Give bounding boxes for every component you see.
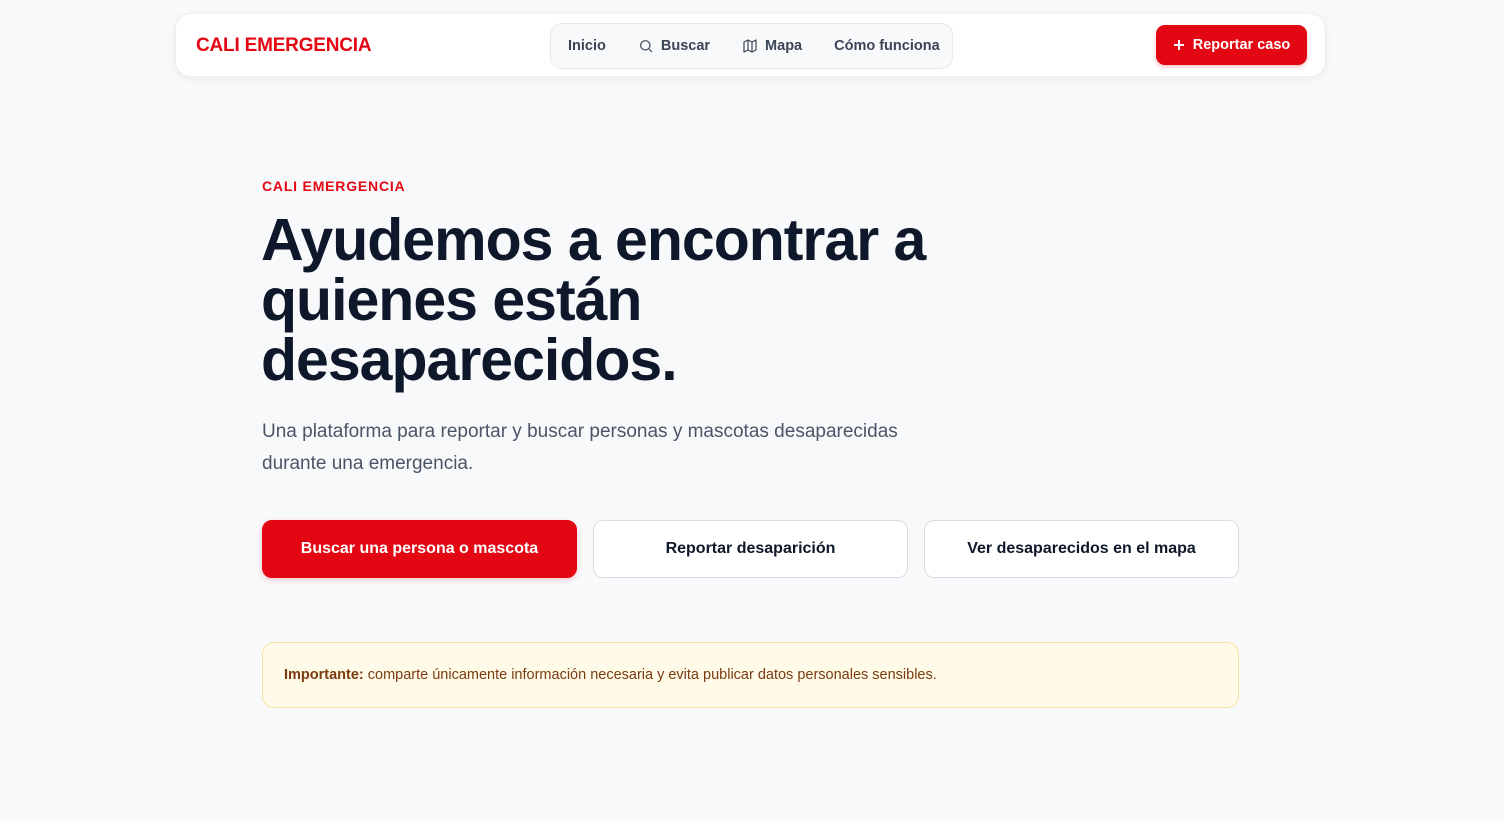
brand-logo-link[interactable]: CALI EMERGENCIA (196, 35, 372, 57)
nav-item-label: Buscar (660, 38, 711, 54)
report-case-button[interactable]: Reportar caso (1156, 25, 1307, 65)
main-nav: Inicio Buscar Mapa Cómo funciona (550, 23, 953, 69)
hero-subtitle: Una plataforma para reportar y buscar pe… (262, 421, 898, 474)
view-map-button[interactable]: Ver desaparecidos en el mapa (924, 520, 1239, 578)
map-icon (743, 39, 757, 53)
report-disappearance-button[interactable]: Reportar desaparición (593, 520, 908, 578)
nav-item-label: Mapa (765, 38, 803, 54)
nav-item-label: Inicio (568, 38, 606, 54)
page: CALI EMERGENCIA Inicio Buscar Mapa Cómo … (0, 0, 1504, 821)
nav-item-como-funciona[interactable]: Cómo funciona (834, 38, 940, 54)
search-icon (639, 40, 653, 53)
report-case-label: Reportar caso (1192, 37, 1291, 53)
hero-title: Ayudemos a encontrar a quienes están des… (261, 207, 926, 393)
nav-item-label: Cómo funciona (834, 38, 940, 54)
notice-text: comparte únicamente información necesari… (367, 667, 937, 683)
notice-label: Importante: (284, 667, 364, 683)
hero-eyebrow: CALI EMERGENCIA (262, 178, 406, 194)
cta-row: Buscar una persona o mascota Reportar de… (262, 520, 1239, 578)
search-person-pet-button[interactable]: Buscar una persona o mascota (262, 520, 577, 578)
nav-item-mapa[interactable]: Mapa (742, 38, 802, 54)
important-notice: Importante: comparte únicamente informac… (262, 642, 1239, 708)
plus-icon (1173, 40, 1184, 50)
nav-item-inicio[interactable]: Inicio (568, 38, 606, 54)
top-navbar: CALI EMERGENCIA Inicio Buscar Mapa Cómo … (175, 13, 1326, 77)
nav-item-buscar[interactable]: Buscar (638, 38, 710, 54)
